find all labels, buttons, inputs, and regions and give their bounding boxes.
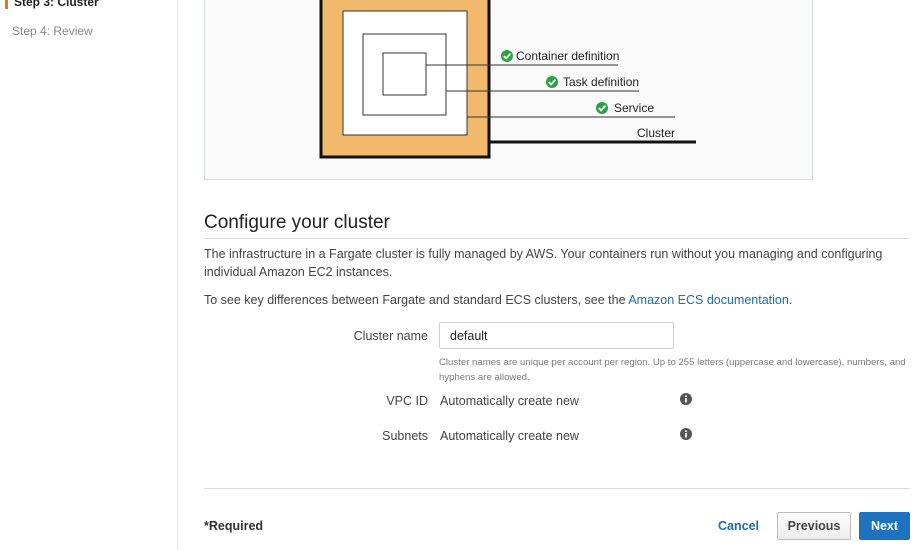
page-title: Configure your cluster: [204, 212, 390, 233]
cancel-button[interactable]: Cancel: [716, 513, 761, 539]
footer-divider: [204, 488, 910, 489]
ecs-documentation-link[interactable]: Amazon ECS documentation: [628, 293, 789, 307]
check-circle-icon: [596, 102, 608, 114]
next-button[interactable]: Next: [859, 512, 910, 540]
cluster-name-label: Cluster name: [353, 329, 428, 343]
cluster-name-help: Cluster names are unique per account per…: [439, 357, 906, 383]
differences-prefix: To see key differences between Fargate a…: [204, 293, 629, 307]
info-icon[interactable]: [680, 428, 692, 440]
sidebar-step-review[interactable]: Step 4: Review: [6, 24, 93, 38]
cluster-name-input[interactable]: [439, 322, 674, 349]
task-definition-label: Task definition: [563, 75, 639, 89]
check-circle-icon: [546, 76, 558, 88]
vpc-id-label: VPC ID: [386, 394, 428, 408]
section-divider: [204, 238, 910, 239]
cluster-label: Cluster: [637, 126, 675, 140]
vpc-id-value: Automatically create new: [440, 394, 579, 408]
previous-button[interactable]: Previous: [777, 512, 851, 540]
differences-suffix: .: [788, 293, 793, 307]
cluster-diagram-panel: Container definition Task definition Ser…: [204, 0, 813, 180]
service-label: Service: [614, 101, 654, 115]
container-definition-label: Container definition: [516, 49, 619, 63]
required-note: *Required: [204, 519, 264, 533]
differences-text: To see key differences between Fargate a…: [204, 291, 910, 309]
check-circle-icon: [501, 50, 513, 62]
sidebar-step-cluster[interactable]: Step 3: Cluster: [5, 0, 99, 9]
wizard-sidebar: Step 3: Cluster Step 4: Review: [0, 0, 178, 550]
cluster-description: The infrastructure in a Fargate cluster …: [204, 247, 883, 279]
subnets-value: Automatically create new: [440, 429, 579, 443]
info-icon[interactable]: [680, 393, 692, 405]
cluster-diagram: Container definition Task definition Ser…: [319, 0, 696, 159]
subnets-label: Subnets: [382, 429, 428, 443]
container-box: [382, 52, 427, 96]
